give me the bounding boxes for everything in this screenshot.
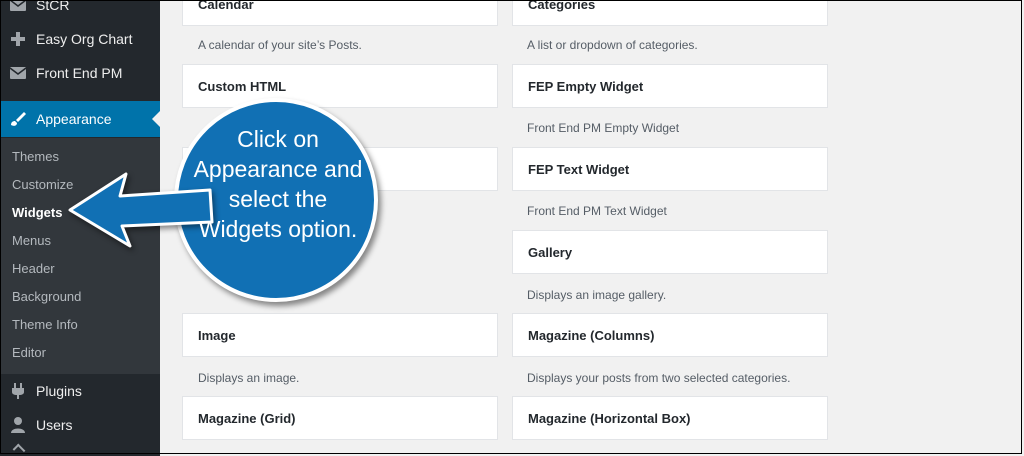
widget-fep-text[interactable]: FEP Text Widget: [512, 147, 828, 191]
widget-calendar[interactable]: Calendar: [182, 0, 498, 26]
widget-description: Displays an image.: [198, 371, 300, 385]
sidebar-item-front-end-pm[interactable]: Front End PM: [0, 56, 160, 90]
sidebar-item-plugins[interactable]: Plugins: [0, 374, 160, 408]
mail-icon: [0, 0, 36, 11]
callout-line: Widgets option.: [198, 216, 358, 242]
mail-icon: [0, 67, 36, 79]
callout-line: Click on: [237, 126, 319, 152]
submenu-item-themes[interactable]: Themes: [12, 149, 59, 164]
sidebar-item-easy-org-chart[interactable]: Easy Org Chart: [0, 22, 160, 56]
widget-description: A calendar of your site’s Posts.: [198, 38, 362, 52]
widget-title: Gallery: [528, 244, 573, 260]
widget-title: FEP Empty Widget: [528, 78, 644, 94]
widget-description: A list or dropdown of categories.: [527, 38, 698, 52]
sidebar-item-users[interactable]: Users: [0, 408, 160, 442]
sidebar-item-label: Easy Org Chart: [36, 31, 133, 47]
plus-icon: [0, 32, 36, 46]
sidebar-item-label: Users: [36, 417, 73, 433]
widget-gallery[interactable]: Gallery: [512, 230, 828, 274]
widget-magazine-columns[interactable]: Magazine (Columns): [512, 313, 828, 357]
widget-title: Calendar: [198, 0, 254, 12]
callout-text: Click on Appearance and select the Widge…: [192, 124, 364, 244]
widget-description: Front End PM Text Widget: [527, 204, 667, 218]
widget-magazine-horizontal-box[interactable]: Magazine (Horizontal Box): [512, 396, 828, 440]
submenu-item-widgets[interactable]: Widgets: [12, 205, 62, 220]
widget-title: Magazine (Grid): [198, 410, 296, 426]
submenu-item-theme-info[interactable]: Theme Info: [12, 317, 78, 332]
sidebar-item-label: Front End PM: [36, 65, 123, 81]
sidebar-item-stcr[interactable]: StCR: [0, 0, 160, 22]
widget-description: Displays an image gallery.: [527, 288, 667, 302]
widget-title: Categories: [528, 0, 596, 12]
widget-magazine-grid[interactable]: Magazine (Grid): [182, 396, 498, 440]
widget-description: Front End PM Empty Widget: [527, 121, 680, 135]
submenu-item-editor[interactable]: Editor: [12, 345, 46, 360]
user-icon: [0, 417, 36, 433]
callout-line: Appearance and: [193, 156, 363, 182]
widget-description: Displays your posts from two selected ca…: [527, 371, 791, 385]
widget-title: Image: [198, 327, 236, 343]
submenu-item-header[interactable]: Header: [12, 261, 55, 276]
widget-fep-empty[interactable]: FEP Empty Widget: [512, 64, 828, 108]
widget-title: FEP Text Widget: [528, 161, 630, 177]
widget-title: Magazine (Horizontal Box): [528, 410, 691, 426]
widget-image[interactable]: Image: [182, 313, 498, 357]
widget-title: Magazine (Columns): [528, 327, 655, 343]
collapse-menu-icon[interactable]: [12, 443, 26, 456]
paintbrush-icon: [0, 111, 36, 127]
submenu-item-menus[interactable]: Menus: [12, 233, 51, 248]
sidebar-item-label: StCR: [36, 0, 70, 13]
tutorial-callout: Click on Appearance and select the Widge…: [60, 92, 410, 312]
plug-icon: [0, 383, 36, 399]
widget-categories[interactable]: Categories: [512, 0, 828, 26]
callout-line: select the: [228, 186, 328, 212]
sidebar-item-label: Plugins: [36, 383, 82, 399]
